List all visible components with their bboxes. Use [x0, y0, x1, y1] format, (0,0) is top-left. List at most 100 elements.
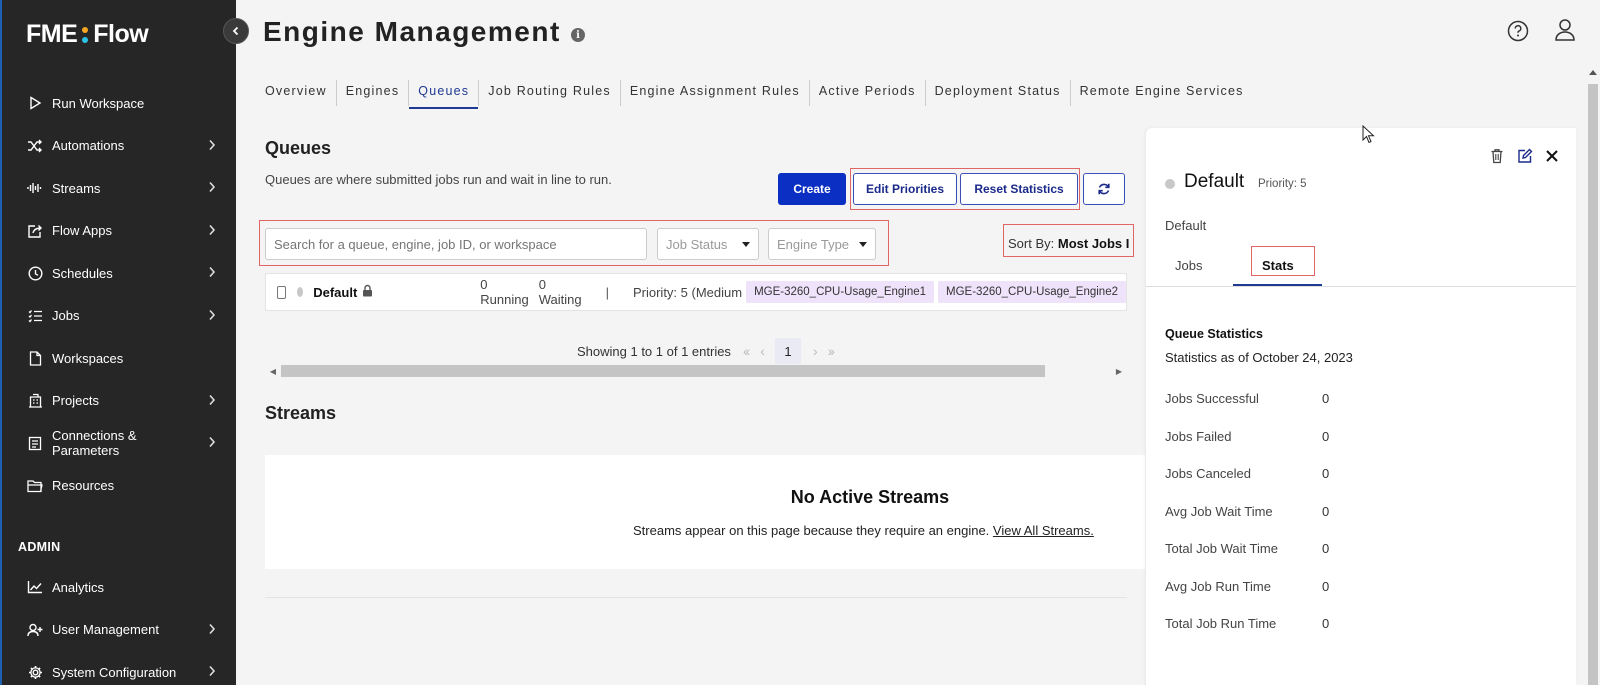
- sidebar-item-projects[interactable]: Projects: [2, 380, 236, 423]
- last-page-icon[interactable]: ››: [828, 343, 835, 359]
- sidebar-admin-nav: Analytics User Management System Configura…: [2, 566, 236, 685]
- vertical-scrollbar[interactable]: [1586, 66, 1600, 685]
- user-add-icon: [26, 621, 44, 639]
- row-checkbox[interactable]: [277, 285, 286, 299]
- chevron-right-icon: [202, 435, 222, 451]
- trash-icon[interactable]: [1490, 148, 1504, 169]
- engine-type-placeholder: Engine Type: [777, 236, 850, 252]
- scroll-track[interactable]: [281, 365, 1111, 377]
- sidebar-item-user-management[interactable]: User Management: [2, 609, 236, 652]
- close-icon[interactable]: [1545, 148, 1559, 169]
- waiting-count: 0 Waiting: [538, 277, 582, 307]
- panel-subtitle: Default: [1165, 218, 1207, 233]
- tab-active-periods[interactable]: Active Periods: [810, 80, 926, 106]
- shuffle-icon: [26, 137, 44, 155]
- chevron-right-icon: [202, 265, 222, 281]
- page-number[interactable]: 1: [774, 338, 801, 364]
- sidebar-item-analytics[interactable]: Analytics: [2, 566, 236, 609]
- first-page-icon[interactable]: ‹‹: [743, 343, 750, 359]
- engine-chip[interactable]: MGE-3260_CPU-Usage_Engine1: [746, 281, 935, 303]
- edit-icon[interactable]: [1517, 148, 1533, 169]
- sort-by-value: Most Jobs I: [1057, 236, 1130, 251]
- engine-chip[interactable]: MGE-3260_CPU-Usage_Engine2: [938, 281, 1126, 303]
- building-icon: [26, 392, 44, 410]
- stat-row: Avg Job Run Time 0: [1165, 579, 1329, 594]
- sidebar-item-run-workspace[interactable]: Run Workspace: [2, 82, 236, 125]
- next-page-icon[interactable]: ›: [813, 343, 817, 359]
- scroll-thumb[interactable]: [281, 365, 1045, 377]
- sidebar-item-connections-and-parameters[interactable]: Connections & Parameters: [2, 422, 236, 465]
- prev-page-icon[interactable]: ‹: [760, 343, 764, 359]
- scroll-right-icon[interactable]: ▶: [1111, 367, 1127, 376]
- tab-deployment-status[interactable]: Deployment Status: [926, 80, 1071, 106]
- tab-stats[interactable]: Stats: [1262, 258, 1294, 273]
- engine-management-tabs: Overview Engines Queues Job Routing Rules En…: [263, 80, 1253, 109]
- sidebar-item-label: Analytics: [52, 579, 105, 595]
- chevron-right-icon: [202, 138, 222, 154]
- tab-jobs[interactable]: Jobs: [1175, 258, 1202, 273]
- caret-down-icon: [859, 241, 867, 247]
- clock-icon: [26, 264, 44, 282]
- edit-priorities-button[interactable]: Edit Priorities: [853, 173, 957, 205]
- sort-by-select[interactable]: Sort By: Most Jobs I: [1008, 236, 1130, 251]
- help-icon[interactable]: [1507, 20, 1529, 47]
- sidebar-item-label: Projects: [52, 393, 99, 409]
- job-status-placeholder: Job Status: [666, 236, 728, 252]
- chart-icon: [26, 578, 44, 596]
- chevron-right-icon: [202, 393, 222, 409]
- refresh-icon: [1098, 183, 1110, 195]
- chevron-right-icon: [202, 308, 222, 324]
- tab-overview[interactable]: Overview: [263, 80, 337, 106]
- stat-label: Total Job Wait Time: [1165, 541, 1278, 556]
- play-icon: [26, 94, 44, 112]
- stat-row: Jobs Successful 0: [1165, 391, 1329, 406]
- sidebar-item-flow-apps[interactable]: Flow Apps: [2, 210, 236, 253]
- wave-icon: [26, 179, 44, 197]
- scroll-left-icon[interactable]: ◀: [265, 367, 281, 376]
- sidebar-item-label: Jobs: [52, 308, 80, 324]
- sidebar-item-system-configuration[interactable]: System Configuration: [2, 651, 236, 685]
- sidebar-item-jobs[interactable]: Jobs: [2, 295, 236, 338]
- scroll-up-icon[interactable]: [1589, 70, 1597, 75]
- pagination: Showing 1 to 1 of 1 entries ‹‹ ‹ 1 › ››: [577, 338, 835, 364]
- create-queue-button[interactable]: Create: [778, 173, 846, 205]
- tab-engine-assignment-rules[interactable]: Engine Assignment Rules: [621, 80, 810, 106]
- stat-value: 0: [1322, 616, 1330, 631]
- info-icon[interactable]: i: [571, 28, 585, 42]
- reset-statistics-button[interactable]: Reset Statistics: [960, 173, 1078, 205]
- stat-label: Jobs Successful: [1165, 391, 1259, 406]
- user-account-icon[interactable]: [1554, 18, 1576, 47]
- fme-flow-logo[interactable]: FME Flow: [26, 20, 149, 49]
- stat-row: Avg Job Wait Time 0: [1165, 504, 1329, 519]
- status-dot: [296, 287, 304, 297]
- job-status-select[interactable]: Job Status: [657, 228, 759, 260]
- chevron-right-icon: [202, 223, 222, 239]
- engine-type-select[interactable]: Engine Type: [768, 228, 876, 260]
- running-count: 0 Running: [480, 277, 529, 307]
- tab-remote-engine-services[interactable]: Remote Engine Services: [1071, 80, 1253, 106]
- tab-queues[interactable]: Queues: [409, 80, 480, 109]
- sidebar-item-streams[interactable]: Streams: [2, 167, 236, 210]
- stat-row: Total Job Run Time 0: [1165, 616, 1329, 631]
- sidebar-item-resources[interactable]: Resources: [2, 465, 236, 508]
- queue-name[interactable]: Default: [313, 285, 357, 300]
- refresh-button[interactable]: [1083, 173, 1125, 205]
- horizontal-scrollbar[interactable]: ◀ ▶: [265, 364, 1127, 378]
- search-input[interactable]: [265, 228, 647, 260]
- sidebar-item-workspaces[interactable]: Workspaces: [2, 337, 236, 380]
- table-row[interactable]: Default 0 Running 0 Waiting | Priority: …: [265, 273, 1127, 311]
- stat-value: 0: [1322, 428, 1330, 444]
- sidebar-item-label: Streams: [52, 180, 101, 196]
- statistics-as-of: Statistics as of October 24, 2023: [1165, 350, 1353, 365]
- sidebar-item-automations[interactable]: Automations: [2, 125, 236, 168]
- scroll-thumb[interactable]: [1588, 84, 1598, 685]
- stat-row: Jobs Canceled 0: [1165, 466, 1329, 481]
- tab-job-routing-rules[interactable]: Job Routing Rules: [479, 80, 621, 106]
- sidebar-item-schedules[interactable]: Schedules: [2, 252, 236, 295]
- collapse-sidebar-button[interactable]: [223, 18, 249, 44]
- tab-engines[interactable]: Engines: [337, 80, 410, 106]
- queue-statistics-title: Queue Statistics: [1165, 327, 1263, 341]
- logo-dots: [82, 26, 89, 43]
- view-all-streams-link[interactable]: View All Streams.: [993, 523, 1094, 538]
- queues-description: Queues are where submitted jobs run and …: [265, 172, 612, 187]
